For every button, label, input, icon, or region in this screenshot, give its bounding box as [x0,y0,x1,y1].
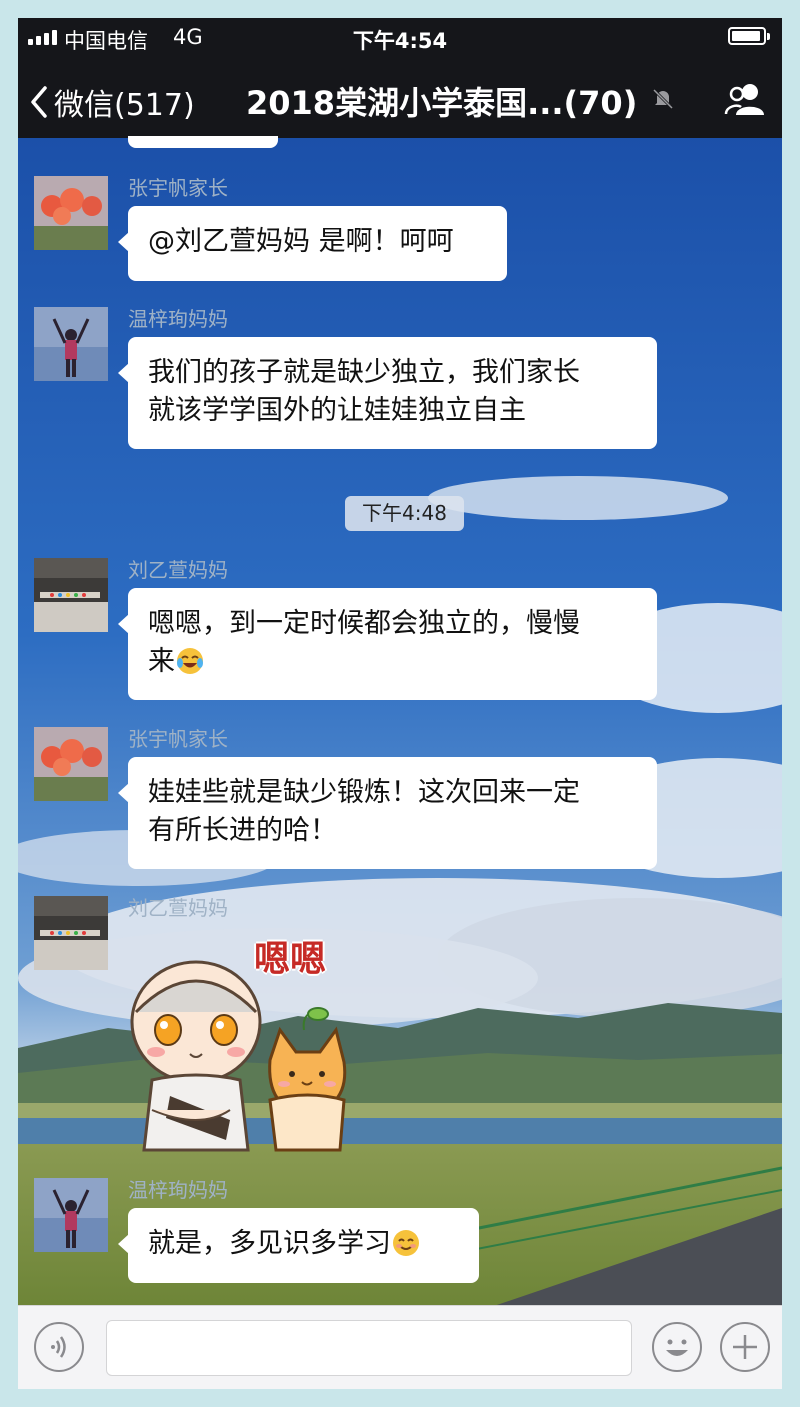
smiley-icon [666,1339,688,1356]
previous-bubble-fragment [128,136,278,148]
message-text: 我们的孩子就是缺少独立，我们家长 [148,357,580,388]
chat-title: 2018棠湖小学泰国...(70) [246,84,638,122]
crying-laughing-emoji-icon [177,648,203,674]
avatar[interactable] [34,1178,108,1252]
back-label: 微信(517) [54,88,195,123]
sender-name: 张宇帆家长 [128,727,228,751]
sender-name: 温梓珣妈妈 [128,1178,228,1202]
message-text: 娃娃些就是缺少锻炼！这次回来一定 [148,777,580,808]
message-text: 就是，多见识多学习 [148,1228,391,1259]
phone-screen: 中国电信 4G 下午4:54 微信(517) 2018棠湖小学泰国...(70) [18,18,782,1389]
avatar[interactable] [34,558,108,632]
timestamp-chip: 下午4:48 [345,496,464,531]
battery-icon [728,27,770,45]
monk-cat-sticker-icon [130,960,347,1152]
message-text: @刘乙萱妈妈 是啊！呵呵 [148,226,454,257]
message-text: 就该学学国外的让娃娃独立自主 [148,395,526,426]
sticker-message[interactable]: 嗯嗯 [130,930,370,1160]
chat-nav-bar: 微信(517) 2018棠湖小学泰国...(70) [18,66,782,130]
status-time: 下午4:54 [352,29,448,53]
top-bar: 中国电信 4G 下午4:54 微信(517) 2018棠湖小学泰国...(70) [18,18,782,138]
sender-name: 温梓珣妈妈 [128,307,228,331]
bell-muted-icon [652,88,674,110]
message-input[interactable] [106,1320,632,1376]
smiling-emoji-icon [393,1230,419,1256]
back-button[interactable]: 微信(517) [30,80,195,124]
chevron-left-icon [31,86,47,118]
emoji-button[interactable] [652,1322,702,1372]
message-bubble[interactable]: @刘乙萱妈妈 是啊！呵呵 [118,206,507,281]
status-bar: 中国电信 4G 下午4:54 [18,18,782,58]
avatar[interactable] [34,896,108,970]
voice-button[interactable] [34,1322,84,1372]
sender-name: 刘乙萱妈妈 [128,558,228,582]
message-text: 有所长进的哈！ [148,815,337,846]
sender-name: 刘乙萱妈妈 [128,896,228,920]
plus-icon [733,1335,757,1359]
avatar[interactable] [34,727,108,801]
message-bubble[interactable]: 就是，多见识多学习 [118,1208,479,1283]
voice-icon [51,1336,66,1358]
people-icon[interactable] [724,82,768,116]
sender-name: 张宇帆家长 [128,176,228,200]
avatar[interactable] [34,307,108,381]
message-bubble[interactable]: 嗯嗯，到一定时候都会独立的，慢慢 来 [118,588,657,700]
message-text: 嗯嗯，到一定时候都会独立的，慢慢 [148,608,580,639]
message-text: 来 [148,646,175,677]
more-button[interactable] [720,1322,770,1372]
message-bubble[interactable]: 娃娃些就是缺少锻炼！这次回来一定 有所长进的哈！ [118,757,657,869]
message-bubble[interactable]: 我们的孩子就是缺少独立，我们家长 就该学学国外的让娃娃独立自主 [118,337,657,449]
avatar[interactable] [34,176,108,250]
chat-input-bar [18,1305,782,1389]
sticker-caption: 嗯嗯 [254,939,327,980]
